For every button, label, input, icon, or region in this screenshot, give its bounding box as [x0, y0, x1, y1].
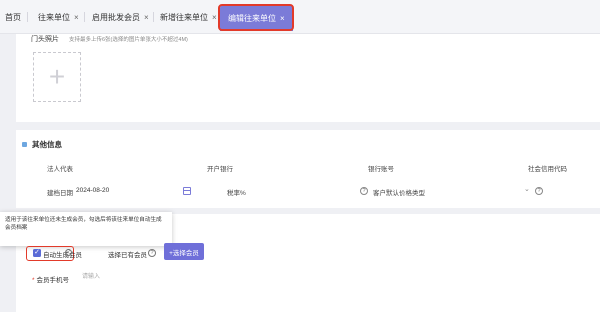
storefront-photo-panel: 门头照片 支持最多上传6张(选择的图片单张大小不超过4M) +	[16, 34, 600, 122]
tab-divider	[84, 12, 85, 22]
build-date-input[interactable]: 2024-08-20	[76, 187, 109, 194]
photo-upload-button[interactable]: +	[33, 52, 81, 102]
chevron-down-icon[interactable]: ⌄	[524, 185, 530, 193]
other-info-panel: 其他信息 法人代表 开户银行 银行账号 社会信用代码 建档日期 2024-08-…	[16, 130, 600, 208]
build-date-label: 建档日期	[47, 190, 73, 197]
calendar-icon[interactable]	[183, 187, 191, 195]
bank-label: 开户银行	[207, 166, 233, 173]
section-title: 其他信息	[22, 139, 62, 150]
close-icon[interactable]: ×	[74, 13, 79, 22]
question-icon[interactable]: ?	[65, 249, 72, 256]
question-icon[interactable]: ?	[360, 187, 368, 195]
legal-representative-label: 法人代表	[47, 166, 73, 173]
tax-rate-input[interactable]: 税率%	[227, 187, 246, 197]
tab-home-label: 首页	[5, 12, 21, 22]
tab-new-partner-label: 新增往来单位	[160, 12, 208, 22]
credit-code-label: 社会信用代码	[528, 166, 567, 173]
select-existing-member-label: 选择已有会员	[108, 252, 147, 259]
auto-member-tooltip: 适用于该往来单位还未生成会员，勾选后将该往来单位自动生成会员档案	[0, 212, 172, 246]
bank-account-label: 银行账号	[368, 166, 394, 173]
auto-member-label: 自动生成会员	[43, 252, 82, 259]
tab-home[interactable]: 首页	[5, 6, 21, 28]
tab-divider	[27, 12, 28, 22]
tooltip-text: 适用于该往来单位还未生成会员，勾选后将该往来单位自动生成会员档案	[5, 217, 162, 231]
tab-enable-wholesale-member-label: 启用批发会员	[92, 12, 140, 22]
member-phone-label: * 会员手机号	[32, 274, 69, 284]
select-member-button[interactable]: +选择会员	[164, 243, 204, 260]
auto-member-checkbox[interactable]: ✓	[33, 249, 41, 257]
question-icon[interactable]: ?	[148, 249, 156, 257]
section-marker-icon	[22, 142, 27, 147]
default-price-type-select[interactable]: 客户默认价格类型	[373, 187, 425, 197]
tab-divider	[153, 12, 154, 22]
info-row: 建档日期 2024-08-20 税率% ? 客户默认价格类型 ⌄ ?	[16, 185, 600, 199]
tab-highlight-annotation	[218, 4, 294, 31]
other-info-title: 其他信息	[32, 140, 62, 149]
tab-partners[interactable]: 往来单位 ×	[38, 6, 79, 28]
plus-icon: +	[48, 61, 66, 92]
storefront-photo-label: 门头照片	[31, 36, 59, 43]
close-icon[interactable]: ×	[144, 13, 149, 22]
member-phone-label-text: 会员手机号	[36, 277, 70, 284]
required-mark: *	[32, 277, 35, 284]
tab-new-partner[interactable]: 新增往来单位 ×	[160, 6, 217, 28]
member-phone-input[interactable]: 请输入	[80, 271, 190, 284]
tab-bar: 首页 往来单位 × 启用批发会员 × 新增往来单位 × 编辑往来单位 ×	[0, 0, 600, 34]
storefront-photo-hint: 支持最多上传6张(选择的图片单张大小不超过4M)	[69, 37, 188, 43]
question-icon[interactable]: ?	[535, 187, 543, 195]
tab-partners-label: 往来单位	[38, 12, 70, 22]
tab-enable-wholesale-member[interactable]: 启用批发会员 ×	[92, 6, 149, 28]
close-icon[interactable]: ×	[212, 13, 217, 22]
